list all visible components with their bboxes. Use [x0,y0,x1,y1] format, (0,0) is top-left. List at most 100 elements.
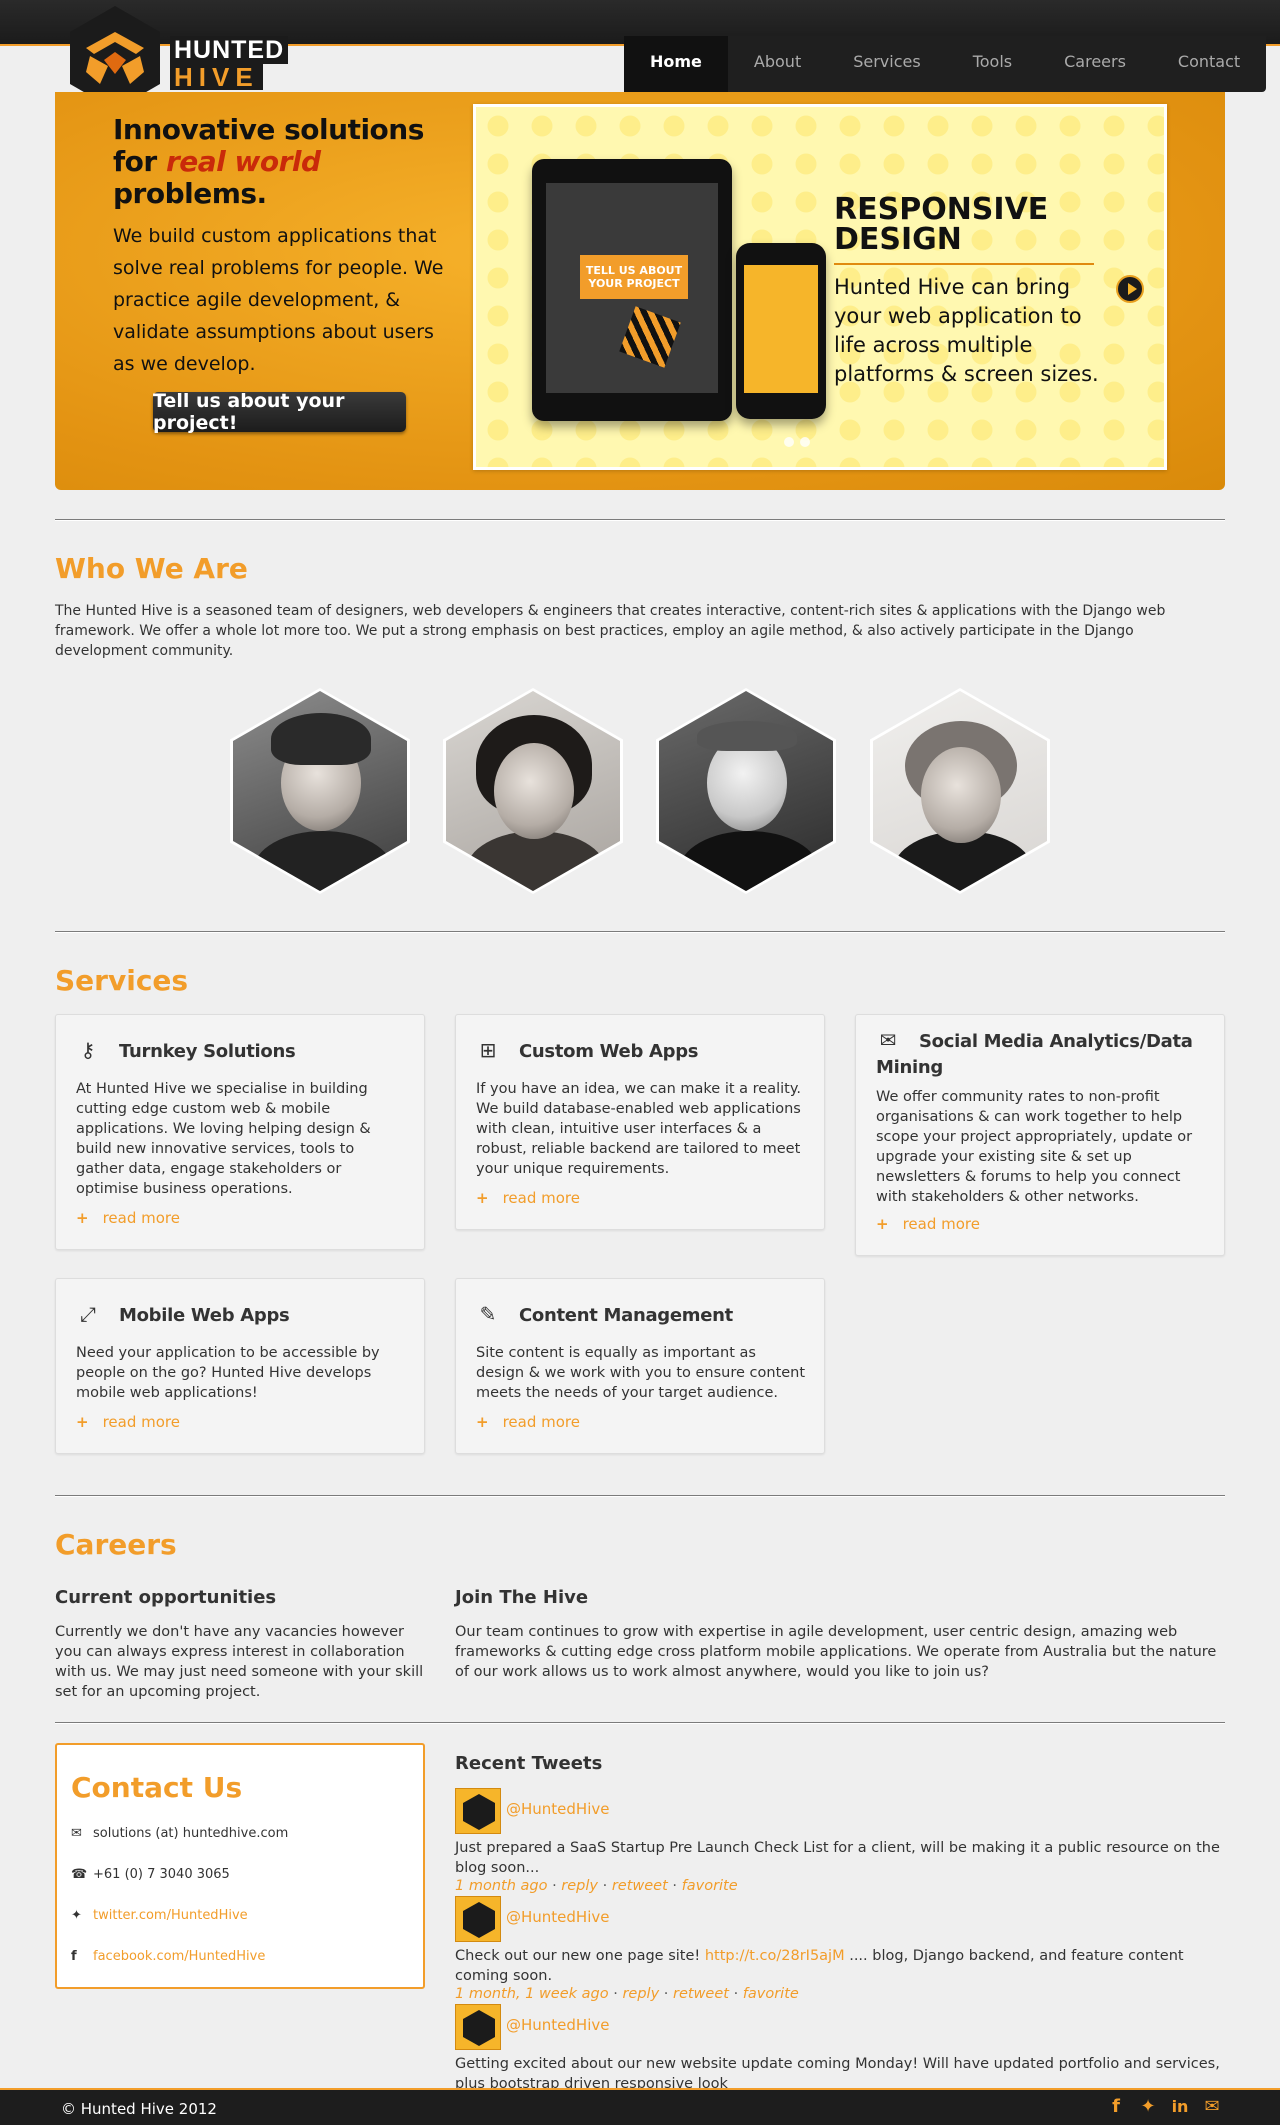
tweet-avatar[interactable] [455,1896,501,1942]
pencil-icon: ✎ [479,1302,497,1326]
team-member-photo [656,688,836,894]
twitter-icon[interactable]: ✦ [1138,2097,1158,2117]
tweet-reply-link[interactable]: reply [561,1878,598,1894]
footer: © Hunted Hive 2012 f ✦ in ✉ [0,2088,1280,2125]
twitter-link[interactable]: twitter.com/HuntedHive [93,1908,248,1923]
team-member-photo [230,688,410,894]
tweet-text-body: Check out our new one page site! [455,1948,705,1964]
service-card-text: If you have an idea, we can make it a re… [476,1081,801,1177]
read-more-link[interactable]: + read more [476,1413,580,1431]
current-opportunities-text: Currently we don't have any vacancies ho… [55,1624,424,1700]
tweet-retweet-link[interactable]: retweet [673,1986,729,2002]
read-more-link[interactable]: + read more [476,1189,580,1207]
tweet-text-body: Getting excited about our new website up… [455,2056,1220,2088]
who-we-are-title: Who We Are [55,552,248,585]
tweet-user[interactable]: @HuntedHive [506,1800,609,1818]
tablet-screen: TELL US ABOUT YOUR PROJECT [546,183,718,393]
service-card-title: Custom Web Apps [519,1041,699,1062]
carousel-next-icon[interactable] [1116,275,1144,303]
recent-tweets-title: Recent Tweets [455,1753,603,1774]
contact-facebook-row: f facebook.com/HuntedHive [71,1949,265,1964]
tweet-text: Getting excited about our new website up… [455,2054,1225,2088]
service-card-title: Mobile Web Apps [119,1305,290,1326]
nav-services[interactable]: Services [827,36,946,92]
tweet-user[interactable]: @HuntedHive [506,2016,609,2034]
service-card-text: Need your application to be accessible b… [76,1345,380,1401]
tell-us-button[interactable]: Tell us about your project! [153,390,406,434]
hero-banner: Innovative solutions for real world prob… [55,92,1225,490]
tweet-text-body: Just prepared a SaaS Startup Pre Launch … [455,1840,1220,1876]
join-the-hive-title: Join The Hive [455,1587,589,1608]
service-card-text: At Hunted Hive we specialise in building… [76,1081,371,1197]
facebook-icon[interactable]: f [1106,2097,1126,2117]
hero-headline: Innovative solutions for real world prob… [113,114,433,210]
tweet-reply-link[interactable]: reply [622,1986,659,2002]
tweet-favorite-link[interactable]: favorite [743,1986,799,2002]
tweet-text: Just prepared a SaaS Startup Pre Launch … [455,1838,1225,1878]
brand-name-line1: HUNTED [170,36,289,64]
service-card-title: Content Management [519,1305,733,1326]
phone-screen [744,265,818,393]
nav-home[interactable]: Home [624,36,728,92]
key-icon: ⚷ [80,1038,96,1062]
facebook-icon: f [71,1949,77,1964]
nav-about[interactable]: About [728,36,827,92]
current-opportunities-title: Current opportunities [55,1587,277,1608]
sitemap-icon: ⊞ [479,1038,497,1062]
plus-icon: + [476,1413,489,1431]
carousel-indicators [784,437,810,447]
facebook-link[interactable]: facebook.com/HuntedHive [93,1949,265,1964]
nav-careers[interactable]: Careers [1038,36,1152,92]
contact-email-row: ✉ solutions (at) huntedhive.com [71,1826,288,1841]
read-more-link[interactable]: + read more [76,1413,180,1431]
section-divider [55,1495,1225,1497]
hero-lead-text: We build custom applications that solve … [113,225,444,375]
brand-name-line2: HIVE [170,64,263,90]
phone-icon: ☎ [71,1867,88,1882]
tweet-time-link[interactable]: 1 month ago [455,1878,547,1894]
read-more-link[interactable]: + read more [876,1215,980,1233]
tweet-avatar[interactable] [455,1788,501,1834]
service-card-text: Site content is equally as important as … [476,1345,806,1401]
service-card-content-management: ✎ Content Management Site content is equ… [455,1278,825,1454]
carousel-dot[interactable] [784,437,794,447]
service-card-social-media: ✉ Social Media Analytics/Data Mining We … [855,1014,1225,1256]
tweet-favorite-link[interactable]: favorite [682,1878,738,1894]
service-card-title: Turnkey Solutions [119,1041,296,1062]
phone-device-image [736,243,826,419]
tweet-retweet-link[interactable]: retweet [612,1878,668,1894]
tweet-user[interactable]: @HuntedHive [506,1908,609,1926]
carousel-dot[interactable] [800,437,810,447]
nav-tools[interactable]: Tools [947,36,1038,92]
hero-headline-part2: problems. [113,177,267,210]
tweet: @HuntedHive Check out our new one page s… [455,1896,1225,2002]
tweet-avatar[interactable] [455,2004,501,2050]
slide-heading: RESPONSIVE DESIGN [834,192,1049,257]
contact-title: Contact Us [71,1771,243,1804]
nav-contact[interactable]: Contact [1152,36,1266,92]
team-photos [230,688,1050,894]
service-card-text: We offer community rates to non-profit o… [876,1089,1193,1205]
copyright: © Hunted Hive 2012 [61,2100,217,2118]
service-card-title: Social Media Analytics/Data Mining [876,1031,1193,1078]
tweet-link[interactable]: http://t.co/28rI5ajM [705,1948,845,1964]
tweet-meta: 1 month, 1 week ago · reply · retweet · … [455,1986,799,2002]
tablet-bubble-text: TELL US ABOUT YOUR PROJECT [580,255,688,299]
careers-title: Careers [55,1528,177,1561]
service-card-custom-web-apps: ⊞ Custom Web Apps If you have an idea, w… [455,1014,825,1230]
bee-icon [619,306,681,368]
plus-icon: + [76,1413,89,1431]
envelope-icon: ✉ [71,1826,82,1841]
section-divider [55,931,1225,933]
social-links: f ✦ in ✉ [1106,2097,1222,2117]
tweet-time-link[interactable]: 1 month, 1 week ago [455,1986,609,2002]
linkedin-icon[interactable]: in [1170,2097,1190,2117]
slide-text: Hunted Hive can bring your web applicati… [834,275,1099,386]
read-more-link[interactable]: + read more [76,1209,180,1227]
services-title: Services [55,964,189,997]
read-more-label: read more [502,1413,580,1431]
section-divider [55,519,1225,521]
team-member-photo [443,688,623,894]
contact-twitter-row: ✦ twitter.com/HuntedHive [71,1908,248,1923]
mail-icon[interactable]: ✉ [1202,2097,1222,2117]
